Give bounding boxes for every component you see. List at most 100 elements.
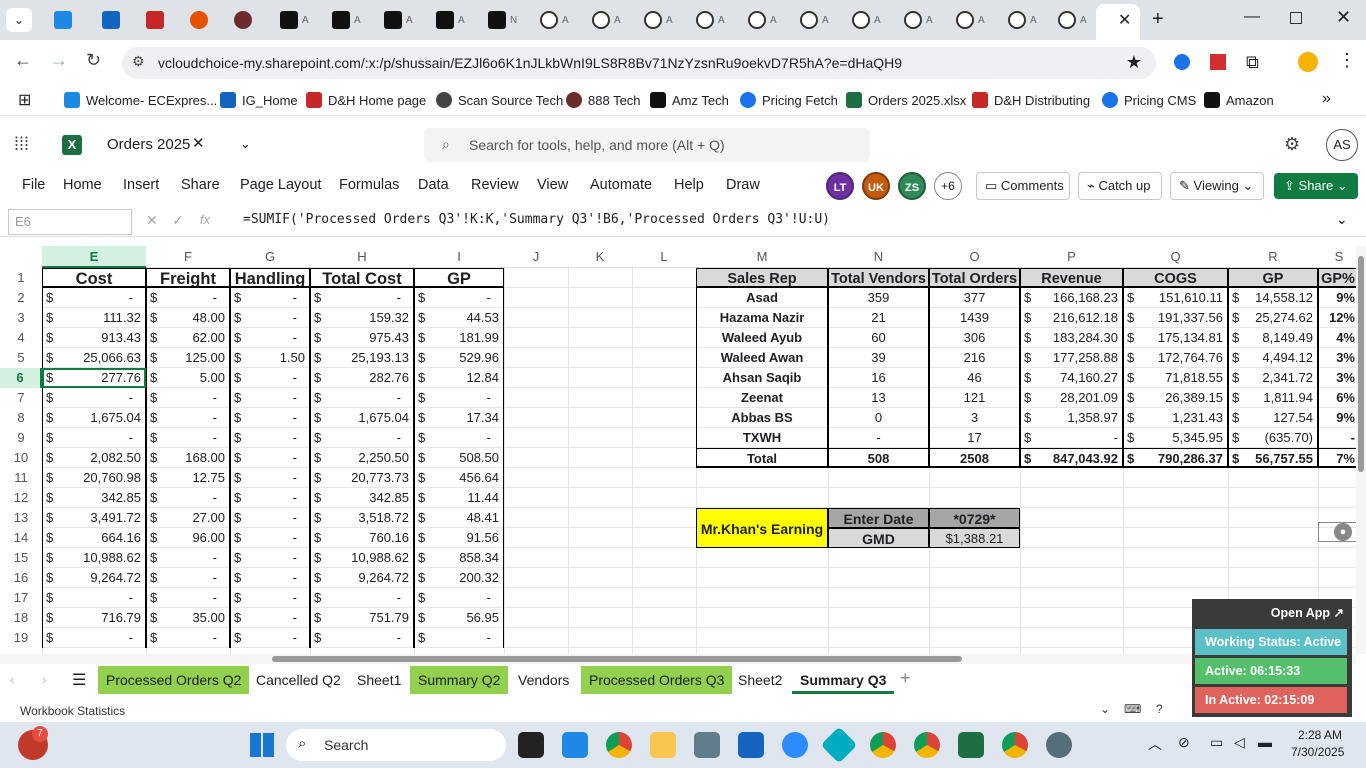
expand-formula-icon[interactable]: ⌄ <box>1336 211 1348 228</box>
table-cell[interactable]: $ - <box>146 488 230 508</box>
table-cell[interactable]: 0 <box>828 408 929 428</box>
sheet-tab[interactable]: Vendors <box>510 666 577 694</box>
collaborator-avatar[interactable]: ZS <box>898 172 926 200</box>
store-icon[interactable] <box>562 732 588 758</box>
tab-share[interactable]: Share <box>181 177 220 193</box>
table-cell[interactable]: $3,491.72 <box>42 508 146 528</box>
total-cell[interactable]: 508 <box>828 448 929 468</box>
column-header[interactable]: H <box>310 246 414 268</box>
browser-menu-icon[interactable]: ⋮ <box>1338 50 1356 71</box>
row-header[interactable]: 18 <box>0 608 42 628</box>
bookmark-item[interactable]: D&H Home page <box>306 90 426 110</box>
row-header[interactable]: 11 <box>0 468 42 488</box>
table-cell[interactable]: $25,066.63 <box>42 348 146 368</box>
tab-home[interactable]: Home <box>63 177 102 193</box>
browser-tab[interactable]: A <box>690 6 736 34</box>
table-cell[interactable]: Zeenat <box>696 388 828 408</box>
total-cell[interactable]: $56,757.55 <box>1228 448 1318 468</box>
table-cell[interactable]: $ - <box>42 588 146 608</box>
extensions-puzzle-icon[interactable]: ⧉ <box>1246 52 1259 73</box>
table-cell[interactable]: $342.85 <box>42 488 146 508</box>
extension-icon[interactable] <box>1174 54 1190 70</box>
table-cell[interactable]: $342.85 <box>310 488 414 508</box>
clock-date[interactable]: 7/30/2025 <box>1291 745 1344 759</box>
bookmark-item[interactable]: IG_Home <box>220 90 298 110</box>
table-cell[interactable]: $858.34 <box>414 548 504 568</box>
table-cell[interactable]: 3 <box>929 408 1020 428</box>
table-cell[interactable]: 121 <box>929 388 1020 408</box>
table-cell[interactable]: $151,610.11 <box>1123 288 1228 308</box>
table-cell[interactable]: 60 <box>828 328 929 348</box>
close-window-icon[interactable]: ✕ <box>1336 7 1351 28</box>
table-cell[interactable]: $ - <box>230 508 310 528</box>
row-header[interactable]: 12 <box>0 488 42 508</box>
table-cell[interactable]: 12% <box>1318 308 1356 328</box>
table-cell[interactable]: $216,612.18 <box>1020 308 1123 328</box>
catch-up-button[interactable]: ⌁ Catch up <box>1078 172 1162 200</box>
chrome-icon[interactable] <box>606 732 632 758</box>
column-header[interactable]: J <box>504 246 568 268</box>
enter-date-value[interactable]: *0729* <box>929 508 1020 528</box>
browser-tab[interactable] <box>184 6 230 34</box>
zoom-icon[interactable] <box>782 732 808 758</box>
table-cell[interactable]: $27.00 <box>146 508 230 528</box>
name-box[interactable]: E6 <box>8 209 132 235</box>
table-cell[interactable]: $456.64 <box>414 468 504 488</box>
table-cell[interactable]: $2,250.50 <box>310 448 414 468</box>
bookmark-item[interactable]: Amazon <box>1204 90 1274 110</box>
row-header[interactable]: 17 <box>0 588 42 608</box>
collaborator-avatar[interactable]: LT <box>826 172 854 200</box>
table-cell[interactable]: 6% <box>1318 388 1356 408</box>
table-cell[interactable]: $ - <box>42 628 146 648</box>
chevron-right-icon[interactable]: » <box>1322 90 1331 108</box>
browser-tab[interactable]: N <box>482 6 528 34</box>
table-cell[interactable]: Ahsan Saqib <box>696 368 828 388</box>
table-cell[interactable]: $9,264.72 <box>42 568 146 588</box>
table-cell[interactable]: 17 <box>929 428 1020 448</box>
table-cell[interactable]: $ - <box>230 628 310 648</box>
app-icon[interactable] <box>820 726 858 764</box>
table-cell[interactable]: $ - <box>230 448 310 468</box>
table-cell[interactable]: 13 <box>828 388 929 408</box>
outlook-icon[interactable] <box>738 732 764 758</box>
table-cell[interactable]: $ (635.70) <box>1228 428 1318 448</box>
table-cell[interactable]: $125.00 <box>146 348 230 368</box>
chrome-icon[interactable] <box>914 732 940 758</box>
table-cell[interactable]: $ - <box>230 608 310 628</box>
table-cell[interactable]: 21 <box>828 308 929 328</box>
browser-tab[interactable]: A <box>638 6 684 34</box>
table-cell[interactable]: $48.00 <box>146 308 230 328</box>
table-cell[interactable]: $ - <box>414 588 504 608</box>
table-cell[interactable]: - <box>828 428 929 448</box>
sheet-tab[interactable]: Sheet2 <box>730 666 790 694</box>
table-cell[interactable]: $ - <box>42 428 146 448</box>
table-cell[interactable]: $12.84 <box>414 368 504 388</box>
horizontal-scroll-thumb[interactable] <box>272 656 962 662</box>
tab-insert[interactable]: Insert <box>123 177 159 193</box>
formula-text[interactable]: =SUMIF('Processed Orders Q3'!K:K,'Summar… <box>243 212 830 227</box>
table-cell[interactable]: 4% <box>1318 328 1356 348</box>
table-cell[interactable]: $2,341.72 <box>1228 368 1318 388</box>
taskbar-search-box[interactable]: ⌕ Search <box>286 729 506 761</box>
table-cell[interactable]: $200.32 <box>414 568 504 588</box>
column-header[interactable]: N <box>828 246 929 268</box>
table-cell[interactable]: $168.00 <box>146 448 230 468</box>
viewing-mode-button[interactable]: ✎ Viewing ⌄ <box>1170 172 1264 200</box>
tab-view[interactable]: View <box>537 177 568 193</box>
file-name[interactable]: Orders 2025 <box>107 136 190 153</box>
table-cell[interactable]: 39 <box>828 348 929 368</box>
network-off-icon[interactable]: ⊘ <box>1178 734 1190 751</box>
table-cell[interactable]: $716.79 <box>42 608 146 628</box>
bookmark-item[interactable]: Amz Tech <box>650 90 729 110</box>
table-cell[interactable]: - <box>1318 428 1356 448</box>
column-header[interactable]: P <box>1020 246 1123 268</box>
tab-search-button[interactable]: ⌄ <box>6 8 32 32</box>
table-cell[interactable]: $ - <box>230 428 310 448</box>
table-cell[interactable]: 306 <box>929 328 1020 348</box>
column-header[interactable]: Q <box>1123 246 1228 268</box>
table-cell[interactable]: Abbas BS <box>696 408 828 428</box>
table-cell[interactable]: $ - <box>230 288 310 308</box>
table-cell[interactable]: $ - <box>146 568 230 588</box>
table-cell[interactable]: $ - <box>310 388 414 408</box>
table-cell[interactable]: $166,168.23 <box>1020 288 1123 308</box>
